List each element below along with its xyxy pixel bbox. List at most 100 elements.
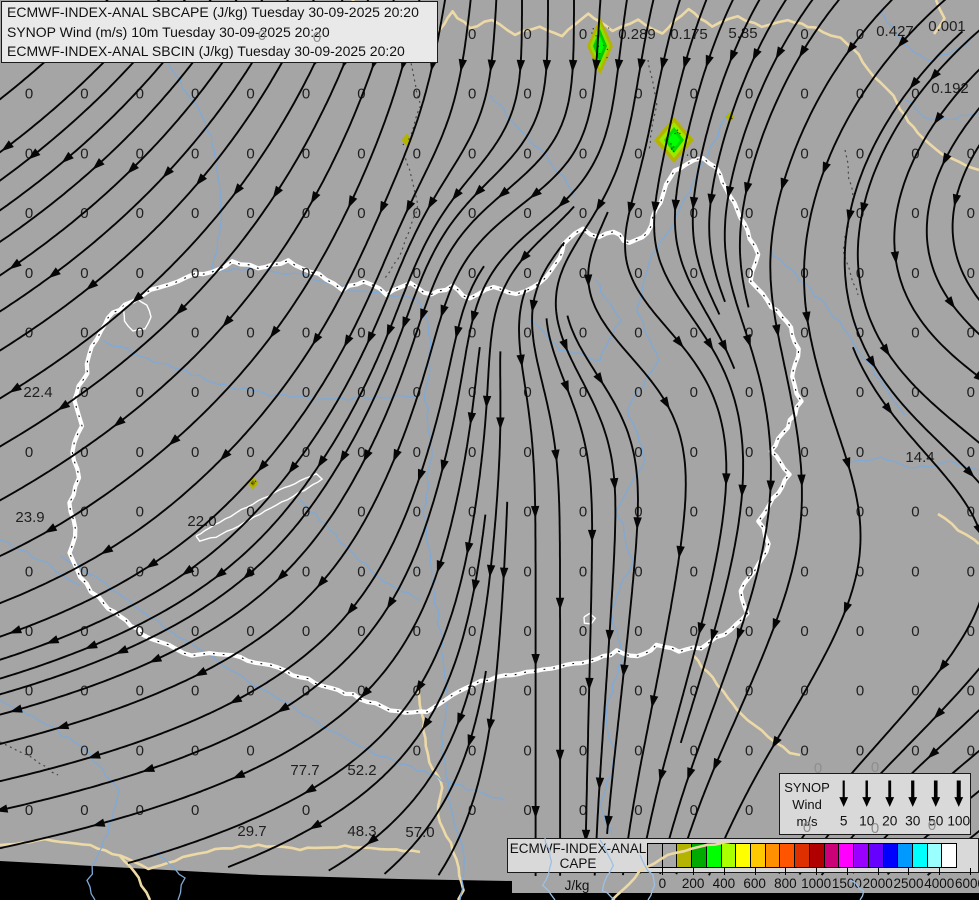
wind-arrow-50: 50 [928,781,944,829]
cin-zero-label: 0 [80,683,88,700]
cin-zero-label: 0 [191,683,199,700]
wind-arrow-10: 10 [859,781,875,829]
cin-zero-label: 0 [357,325,365,342]
map-background [0,0,979,900]
cin-zero-label: 0 [136,325,144,342]
cin-zero-label: 0 [357,623,365,640]
cin-zero-label: 0 [468,26,476,43]
cin-zero-label: 0 [523,742,531,759]
cin-zero-label: 0 [690,145,698,162]
cin-zero-label: 0 [357,265,365,282]
cin-zero-label: 0 [25,742,33,759]
cin-zero-label: 0 [25,444,33,461]
cin-zero-label: 0 [690,563,698,580]
cin-zero-label: 0 [468,444,476,461]
cin-zero-label: 0 [800,563,808,580]
cin-zero-label: 0 [634,145,642,162]
cin-zero-label: 0 [413,742,421,759]
cin-zero-label: 0 [80,742,88,759]
cin-zero-label: 0 [80,145,88,162]
wind-legend-unit: m/s [784,813,830,830]
wind-arrow-30: 30 [905,781,921,829]
cin-zero-label: 0 [800,86,808,103]
cin-zero-label: 0 [523,504,531,521]
cin-zero-label: 0 [191,205,199,222]
cin-zero-label: 0 [800,325,808,342]
cin-zero-label: 0 [191,802,199,819]
cin-zero-label: 0 [468,623,476,640]
cape-tick-value: 6000 [948,876,979,891]
cin-zero-label: 0 [136,683,144,700]
cape-color-step [721,843,736,868]
cin-zero-label: 0 [523,325,531,342]
cin-zero-label: 0 [911,145,919,162]
cin-zero-label: 0 [967,205,975,222]
cin-zero-label: 0 [246,444,254,461]
cin-zero-label: 0 [579,563,587,580]
cin-zero-label: 0 [523,563,531,580]
cin-zero-label: 0 [911,325,919,342]
cin-zero-label: 0 [357,504,365,521]
cape-tick-mark [816,868,817,875]
cin-value-label: 29.7 [237,823,266,840]
cin-zero-label: 0 [246,205,254,222]
cape-color-step [691,843,706,868]
cin-zero-label: 0 [579,504,587,521]
cin-zero-label: 0 [357,205,365,222]
cape-color-step [927,843,942,868]
cin-zero-label: 0 [856,384,864,401]
cin-zero-label: 0 [690,384,698,401]
cin-zero-label: 0 [745,265,753,282]
wind-speed-value: 5 [840,814,848,829]
cin-zero-label: 0 [191,265,199,282]
wind-speed-value: 100 [947,814,970,829]
cin-zero-label: 0 [634,683,642,700]
cin-zero-label: 0 [967,265,975,282]
cape-tick-mark [785,868,786,875]
cin-zero-label: 0 [468,145,476,162]
cin-zero-label: 0 [745,623,753,640]
cin-zero-label: 0 [413,145,421,162]
cape-color-step [824,843,839,868]
cin-zero-label: 0 [25,265,33,282]
cin-zero-label: 0 [191,444,199,461]
cin-zero-label: 0 [523,623,531,640]
wind-legend-param: Wind [784,796,830,813]
wind-speed-value: 50 [928,814,944,829]
wind-legend-source: SYNOP [784,779,830,796]
title-line-sbcape: ECMWF-INDEX-ANAL SBCAPE (J/kg) Tuesday 3… [7,3,432,23]
wind-speed-value: 30 [905,814,921,829]
wind-arrow-scale: 5 1020 30 50100 [830,774,970,834]
wind-arrow-20: 20 [882,781,898,829]
cin-zero-label: 0 [80,623,88,640]
cin-zero-label: 0 [800,26,808,43]
cin-zero-label: 0 [523,86,531,103]
cin-value-label: 23.9 [15,509,44,526]
cin-zero-label: 0 [634,802,642,819]
cin-zero-label: 0 [302,325,310,342]
cape-legend-unit: J/kg [517,878,637,893]
cin-zero-label: 0 [523,444,531,461]
cin-zero-label: 0 [856,444,864,461]
cin-zero-label: 0 [523,802,531,819]
cin-zero-label: 0 [302,563,310,580]
cin-zero-label: 0 [967,444,975,461]
cin-zero-label: 0 [191,145,199,162]
cape-color-step [809,843,824,868]
cape-tick-mark [908,868,909,875]
cin-zero-label: 0 [800,384,808,401]
cin-zero-label: 0 [967,563,975,580]
cin-zero-label: 0 [413,205,421,222]
cin-zero-label: 0 [745,802,753,819]
cin-zero-label: 0 [136,504,144,521]
cin-zero-label: 0 [800,145,808,162]
cin-zero-label: 0 [967,384,975,401]
cape-color-step [765,843,780,868]
title-box: ECMWF-INDEX-ANAL SBCAPE (J/kg) Tuesday 3… [1,1,438,63]
cin-zero-label: 0 [468,563,476,580]
cin-value-label: 0.192 [931,80,969,97]
cin-zero-label: 0 [191,384,199,401]
cape-color-step [912,843,927,868]
cin-value-label: 22.4 [23,384,52,401]
cin-zero-label: 0 [468,86,476,103]
